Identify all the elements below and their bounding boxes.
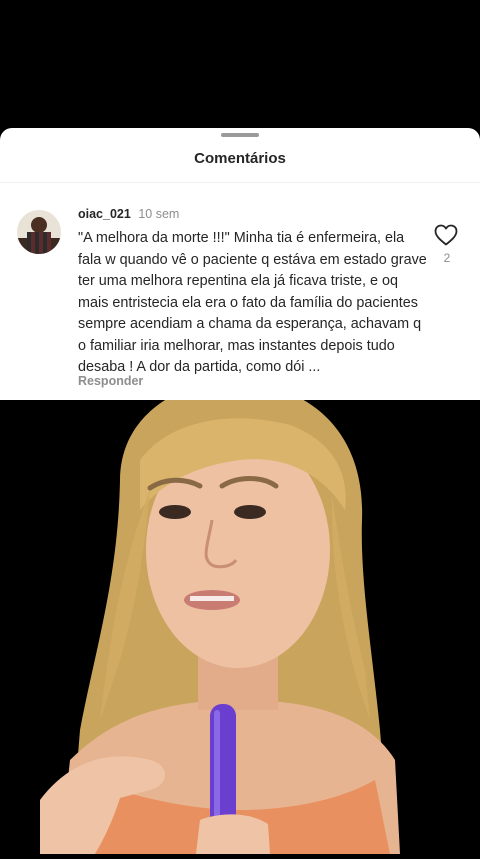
heart-outline-icon — [434, 224, 458, 246]
like-count: 2 — [443, 251, 451, 265]
video-frame — [0, 381, 480, 854]
comments-sheet: Comentários oiac_021 10 sem "A melhora d… — [0, 128, 480, 400]
comment-text: "A melhora da morte !!!" Minha tia é enf… — [78, 230, 427, 375]
like-button[interactable] — [434, 224, 460, 248]
avatar[interactable] — [17, 210, 61, 254]
comment-meta: oiac_021 10 sem — [78, 207, 179, 221]
sheet-title: Comentários — [194, 150, 286, 167]
sheet-drag-handle[interactable] — [221, 133, 259, 137]
video-player[interactable] — [0, 381, 480, 854]
comment-username[interactable]: oiac_021 — [78, 207, 131, 221]
reply-button[interactable]: Responder — [78, 374, 143, 388]
comment-timestamp: 10 sem — [138, 207, 180, 221]
header-divider — [0, 182, 480, 183]
